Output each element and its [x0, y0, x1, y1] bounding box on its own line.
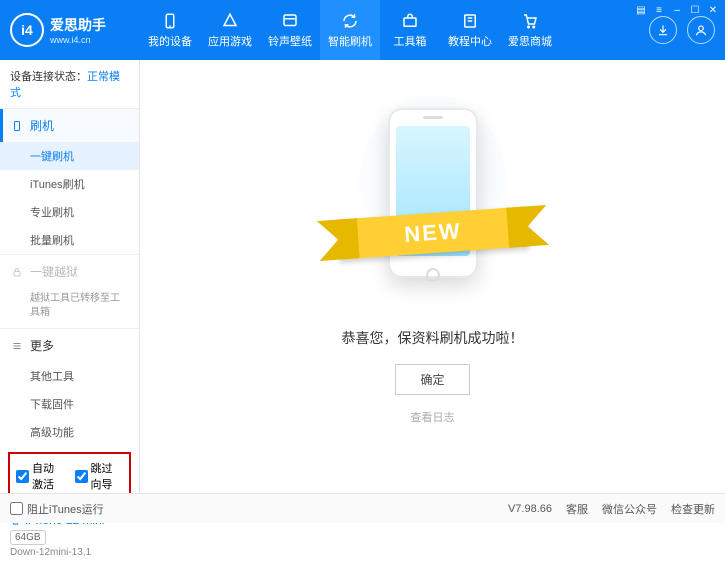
app-name: 爱思助手 [50, 15, 106, 35]
list-icon [10, 339, 24, 353]
maximize-icon[interactable]: ☐ [687, 2, 703, 18]
wechat-link[interactable]: 微信公众号 [602, 501, 657, 517]
sidebar-item-batch[interactable]: 批量刷机 [0, 226, 139, 254]
view-log-link[interactable]: 查看日志 [411, 409, 455, 425]
nav-label: 爱思商城 [508, 33, 552, 49]
cart-icon [520, 11, 540, 31]
toolbox-icon [400, 11, 420, 31]
checkbox-label: 跳过向导 [91, 460, 124, 492]
sidebar-item-itunes[interactable]: iTunes刷机 [0, 170, 139, 198]
main-panel: NEW 恭喜您，保资料刷机成功啦！ 确定 查看日志 [140, 60, 725, 493]
connection-status: 设备连接状态：正常模式 [0, 60, 139, 108]
pin-icon[interactable]: ≡ [651, 2, 667, 18]
music-icon [280, 11, 300, 31]
service-link[interactable]: 客服 [566, 501, 588, 517]
top-nav: 我的设备 应用游戏 铃声壁纸 智能刷机 工具箱 教程中心 爱思商城 [140, 0, 560, 60]
sidebar-head-flash[interactable]: 刷机 [0, 109, 139, 142]
sidebar-head-jailbreak[interactable]: 一键越狱 [0, 255, 139, 288]
version-label: V7.98.66 [508, 503, 552, 515]
sidebar-head-label: 一键越狱 [30, 263, 78, 280]
checkbox-label: 阻止iTunes运行 [27, 501, 104, 517]
footer: 阻止iTunes运行 V7.98.66 客服 微信公众号 检查更新 [0, 493, 725, 523]
nav-label: 工具箱 [394, 33, 427, 49]
phone-icon [10, 119, 24, 133]
sidebar-item-pro[interactable]: 专业刷机 [0, 198, 139, 226]
nav-label: 我的设备 [148, 33, 192, 49]
sidebar-item-advanced[interactable]: 高级功能 [0, 418, 139, 446]
nav-store[interactable]: 爱思商城 [500, 0, 560, 60]
menu-icon[interactable]: ▤ [633, 2, 649, 18]
apps-icon [220, 11, 240, 31]
nav-my-device[interactable]: 我的设备 [140, 0, 200, 60]
user-button[interactable] [687, 16, 715, 44]
close-icon[interactable]: ✕ [705, 2, 721, 18]
sidebar-head-more[interactable]: 更多 [0, 329, 139, 362]
sidebar-jailbreak-note: 越狱工具已转移至工具箱 [0, 288, 139, 328]
success-message: 恭喜您，保资料刷机成功啦！ [342, 328, 524, 348]
book-icon [460, 11, 480, 31]
lock-icon [10, 265, 24, 279]
confirm-button[interactable]: 确定 [395, 364, 469, 395]
sidebar-item-other[interactable]: 其他工具 [0, 362, 139, 390]
nav-label: 智能刷机 [328, 33, 372, 49]
sidebar-item-oneclick[interactable]: 一键刷机 [0, 142, 139, 170]
sidebar: 设备连接状态：正常模式 刷机 一键刷机 iTunes刷机 专业刷机 批量刷机 一… [0, 60, 140, 493]
app-url: www.i4.cn [50, 35, 106, 45]
nav-apps[interactable]: 应用游戏 [200, 0, 260, 60]
auto-activate-checkbox[interactable]: 自动激活 [16, 460, 65, 492]
update-link[interactable]: 检查更新 [671, 501, 715, 517]
phone-illustration: NEW [368, 98, 498, 298]
conn-label: 设备连接状态： [10, 71, 87, 83]
logo-icon: i4 [10, 13, 44, 47]
skip-guide-checkbox[interactable]: 跳过向导 [75, 460, 124, 492]
phone-icon [160, 11, 180, 31]
nav-label: 铃声壁纸 [268, 33, 312, 49]
nav-toolbox[interactable]: 工具箱 [380, 0, 440, 60]
nav-label: 应用游戏 [208, 33, 252, 49]
nav-tutorial[interactable]: 教程中心 [440, 0, 500, 60]
logo: i4 爱思助手 www.i4.cn [10, 13, 140, 47]
header: i4 爱思助手 www.i4.cn 我的设备 应用游戏 铃声壁纸 智能刷机 工具… [0, 0, 725, 60]
block-itunes-checkbox[interactable]: 阻止iTunes运行 [10, 501, 104, 517]
sidebar-item-download-fw[interactable]: 下载固件 [0, 390, 139, 418]
download-button[interactable] [649, 16, 677, 44]
checkbox-label: 自动激活 [32, 460, 65, 492]
device-model: Down-12mini-13,1 [10, 547, 129, 558]
sidebar-head-label: 更多 [30, 337, 54, 354]
sidebar-head-label: 刷机 [30, 117, 54, 134]
nav-flash[interactable]: 智能刷机 [320, 0, 380, 60]
minimize-icon[interactable]: – [669, 2, 685, 18]
device-size: 64GB [10, 530, 46, 545]
refresh-icon [340, 11, 360, 31]
nav-label: 教程中心 [448, 33, 492, 49]
nav-ringtone[interactable]: 铃声壁纸 [260, 0, 320, 60]
